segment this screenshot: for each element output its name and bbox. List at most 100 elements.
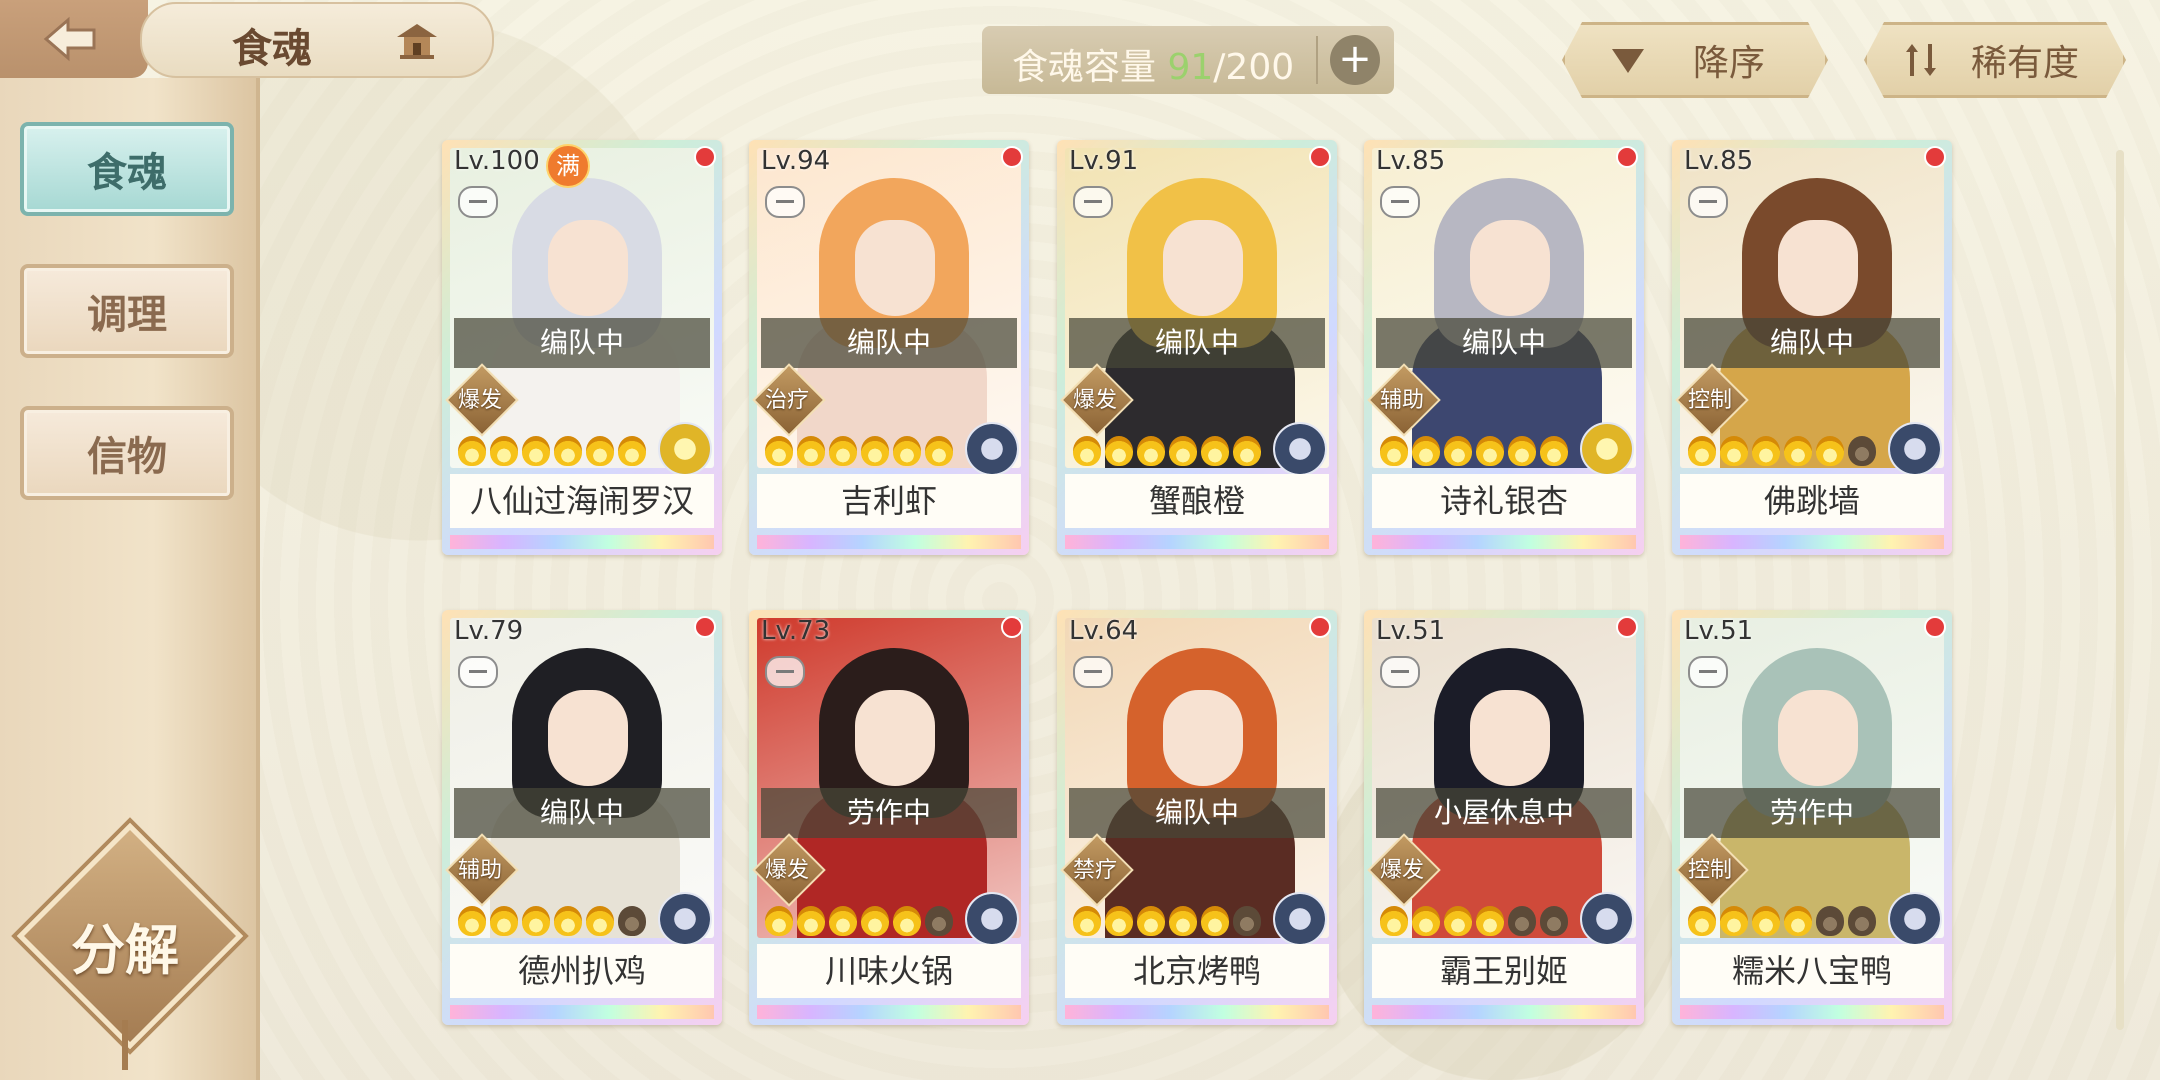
status-banner: 劳作中	[1684, 788, 1940, 838]
star-flame-icon	[797, 906, 825, 936]
lock-toggle-icon[interactable]	[458, 656, 498, 688]
food-soul-card[interactable]: Lv.85 编队中 辅助 诗礼银杏	[1364, 140, 1644, 555]
plus-icon: +	[1338, 36, 1372, 82]
element-emblem-icon	[1580, 892, 1634, 946]
star-flame-icon	[829, 906, 857, 936]
decompose-label[interactable]: 分解	[50, 906, 200, 985]
star-flame-icon	[458, 906, 486, 936]
rarity-strip	[757, 535, 1021, 549]
food-soul-card[interactable]: Lv.85 编队中 控制 佛跳墙	[1672, 140, 1952, 555]
star-flame-icon	[1137, 436, 1165, 466]
portrait-face	[855, 690, 935, 786]
level-label: Lv.85	[1684, 146, 1754, 176]
lock-toggle-icon[interactable]	[1688, 186, 1728, 218]
sidebar-item-cooking[interactable]: 调理	[20, 264, 234, 358]
back-button[interactable]	[0, 0, 148, 78]
star-flame-icon	[618, 906, 646, 936]
lock-toggle-icon[interactable]	[458, 186, 498, 218]
star-flame-icon	[893, 436, 921, 466]
food-soul-card[interactable]: Lv.51 小屋休息中 爆发 霸王别姬	[1364, 610, 1644, 1025]
role-label: 爆发	[1072, 388, 1117, 413]
sort-rarity-button[interactable]: 稀有度	[1864, 22, 2126, 98]
notification-dot	[1616, 616, 1638, 638]
role-badge: 控制	[1675, 363, 1749, 437]
notification-dot	[1001, 616, 1023, 638]
notification-dot	[1924, 146, 1946, 168]
lock-toggle-icon[interactable]	[1380, 656, 1420, 688]
rarity-strip	[1065, 535, 1329, 549]
lock-toggle-icon[interactable]	[765, 186, 805, 218]
capacity-panel: 食魂容量 91/200 +	[982, 26, 1394, 94]
back-arrow-icon	[43, 16, 96, 62]
food-soul-name: 蟹酿橙	[1065, 474, 1329, 528]
star-flame-icon	[925, 436, 953, 466]
sort-order-button[interactable]: 降序	[1562, 22, 1828, 98]
lock-toggle-icon[interactable]	[1073, 186, 1113, 218]
rarity-strip	[1680, 535, 1944, 549]
portrait-face	[548, 690, 628, 786]
star-flame-icon	[1784, 436, 1812, 466]
lock-toggle-icon[interactable]	[765, 656, 805, 688]
food-soul-name: 诗礼银杏	[1372, 474, 1636, 528]
food-soul-card[interactable]: Lv.64 编队中 禁疗 北京烤鸭	[1057, 610, 1337, 1025]
element-emblem-icon	[658, 422, 712, 476]
notification-dot	[1309, 146, 1331, 168]
star-flame-icon	[1073, 436, 1101, 466]
lock-toggle-icon[interactable]	[1073, 656, 1113, 688]
food-soul-card[interactable]: Lv.91 编队中 爆发 蟹酿橙	[1057, 140, 1337, 555]
scrollbar[interactable]	[2116, 150, 2124, 1030]
sidebar-item-label: 调理	[87, 291, 167, 338]
star-flame-icon	[490, 436, 518, 466]
sidebar-item-token[interactable]: 信物	[20, 406, 234, 500]
food-soul-card[interactable]: Lv.100 满编队中 爆发 八仙过海闹罗汉	[442, 140, 722, 555]
status-banner: 编队中	[1069, 788, 1325, 838]
food-soul-card[interactable]: Lv.79 编队中 辅助 德州扒鸡	[442, 610, 722, 1025]
star-flame-icon	[893, 906, 921, 936]
sidebar-item-food-soul[interactable]: 食魂	[20, 122, 234, 216]
star-flame-icon	[1720, 906, 1748, 936]
star-flame-icon	[1380, 906, 1408, 936]
rarity-strip	[1065, 1005, 1329, 1019]
level-label: Lv.51	[1684, 616, 1754, 646]
star-flame-icon	[1752, 436, 1780, 466]
star-flame-icon	[1412, 906, 1440, 936]
star-flame-icon	[1444, 436, 1472, 466]
portrait-face	[1163, 220, 1243, 316]
star-flame-icon	[765, 906, 793, 936]
food-soul-card[interactable]: Lv.51 劳作中 控制 糯米八宝鸭	[1672, 610, 1952, 1025]
rarity-strip	[450, 535, 714, 549]
star-flame-icon	[1444, 906, 1472, 936]
food-soul-card[interactable]: Lv.73 劳作中 爆发 川味火锅	[749, 610, 1029, 1025]
star-flame-icon	[554, 436, 582, 466]
pavilion-button[interactable]	[390, 14, 444, 68]
element-emblem-icon	[1273, 422, 1327, 476]
food-soul-card[interactable]: Lv.94 编队中 治疗 吉利虾	[749, 140, 1029, 555]
star-rating	[458, 436, 646, 472]
role-badge: 爆发	[1060, 363, 1134, 437]
star-flame-icon	[1848, 906, 1876, 936]
notification-dot	[1616, 146, 1638, 168]
star-rating	[1380, 436, 1568, 472]
star-flame-icon	[1233, 906, 1261, 936]
star-flame-icon	[1201, 436, 1229, 466]
portrait-face	[1778, 220, 1858, 316]
add-capacity-button[interactable]: +	[1330, 35, 1380, 85]
lock-toggle-icon[interactable]	[1688, 656, 1728, 688]
capacity-text: 食魂容量 91/200	[1012, 38, 1294, 90]
star-flame-icon	[1105, 436, 1133, 466]
sidebar-item-label: 食魂	[87, 149, 167, 196]
status-banner: 编队中	[761, 318, 1017, 368]
star-flame-icon	[1476, 906, 1504, 936]
notification-dot	[1001, 146, 1023, 168]
scrollbar-thumb[interactable]	[2116, 150, 2124, 1030]
level-label: Lv.91	[1069, 146, 1139, 176]
title-strip: 食魂	[140, 2, 494, 78]
role-badge: 爆发	[1367, 833, 1441, 907]
status-banner: 编队中	[1684, 318, 1940, 368]
star-flame-icon	[554, 906, 582, 936]
lock-toggle-icon[interactable]	[1380, 186, 1420, 218]
star-flame-icon	[1169, 436, 1197, 466]
star-rating	[1073, 906, 1261, 942]
food-soul-name: 北京烤鸭	[1065, 944, 1329, 998]
max-level-badge: 满	[546, 144, 590, 188]
